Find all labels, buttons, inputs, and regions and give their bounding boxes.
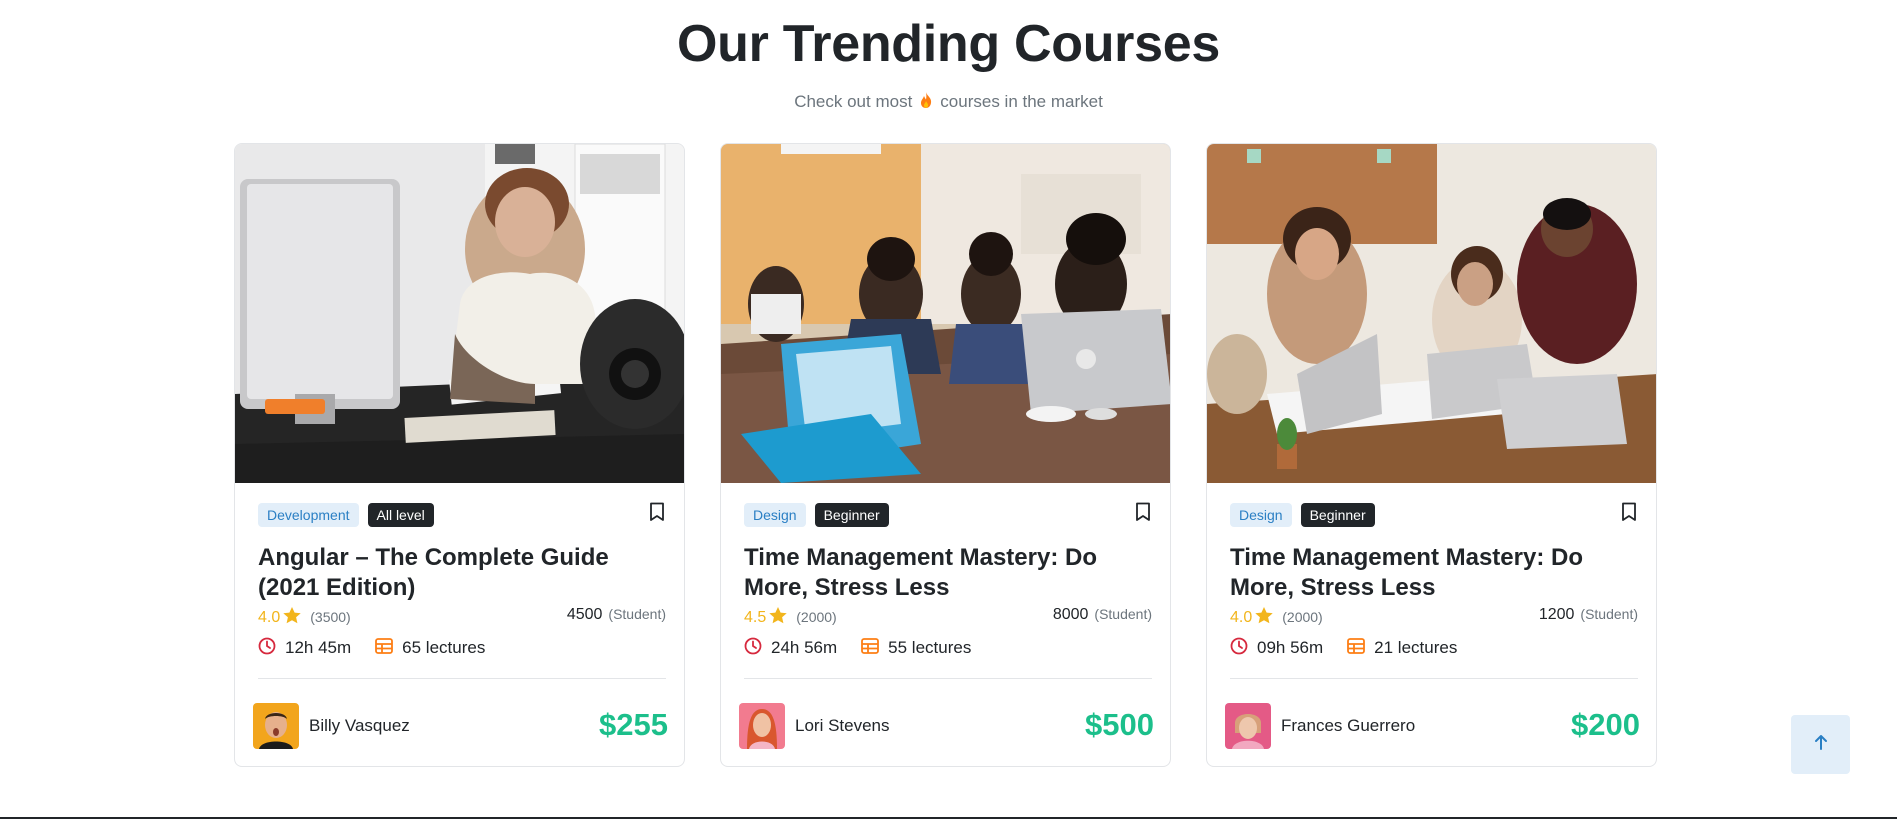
card-footer: Frances Guerrero $200 — [1225, 703, 1640, 749]
category-badge[interactable]: Design — [1230, 503, 1292, 527]
level-badge: Beginner — [814, 503, 889, 527]
rating-count: (2000) — [1282, 609, 1323, 625]
divider — [1230, 678, 1638, 679]
category-badge[interactable]: Design — [744, 503, 806, 527]
subtitle-before: Check out most — [794, 92, 913, 111]
rating-row: 4.0 (2000) 1200 (Student) — [1230, 606, 1638, 626]
star-icon — [768, 606, 788, 629]
subtitle-after: courses in the market — [940, 92, 1103, 111]
author-name[interactable]: Billy Vasquez — [309, 716, 410, 736]
table-icon — [861, 637, 880, 659]
students-count: 8000 (Student) — [1053, 606, 1152, 624]
meta-row: 24h 56m 55 lectures — [744, 637, 971, 659]
students-count: 4500 (Student) — [567, 606, 666, 624]
course-image[interactable] — [235, 144, 684, 483]
card-footer: Billy Vasquez $255 — [253, 703, 668, 749]
students-value: 4500 — [566, 606, 603, 623]
course-card[interactable]: Design Beginner Time Management Mastery:… — [720, 143, 1171, 767]
duration: 09h 56m — [1257, 638, 1324, 657]
arrow-up-icon — [1813, 733, 1829, 756]
price: $200 — [1571, 707, 1640, 742]
level-badge: Beginner — [1300, 503, 1375, 527]
fire-icon — [918, 91, 934, 114]
duration: 12h 45m — [285, 638, 352, 657]
meta-row: 09h 56m 21 lectures — [1230, 637, 1457, 659]
bookmark-icon[interactable] — [1134, 502, 1152, 522]
level-badge: All level — [367, 503, 434, 527]
lectures: 21 lectures — [1374, 638, 1458, 657]
rating-value: 4.0 — [1230, 609, 1253, 626]
clock-icon — [258, 637, 276, 660]
course-title[interactable]: Angular – The Complete Guide (2021 Editi… — [258, 543, 668, 603]
scroll-to-top-button[interactable] — [1791, 715, 1850, 774]
author-name[interactable]: Lori Stevens — [795, 716, 890, 736]
avatar[interactable] — [253, 703, 299, 749]
divider — [744, 678, 1152, 679]
table-icon — [1347, 637, 1366, 659]
course-card[interactable]: Design Beginner Time Management Mastery:… — [1206, 143, 1657, 767]
star-icon — [282, 606, 302, 629]
star-icon — [1254, 606, 1274, 629]
lectures: 65 lectures — [402, 638, 486, 657]
price: $500 — [1085, 707, 1154, 742]
bookmark-icon[interactable] — [648, 502, 666, 522]
students-count: 1200 (Student) — [1539, 606, 1638, 624]
students-label: (Student) — [1580, 606, 1638, 622]
students-label: (Student) — [608, 606, 666, 622]
rating-value: 4.5 — [744, 609, 767, 626]
avatar[interactable] — [1225, 703, 1271, 749]
table-icon — [375, 637, 394, 659]
lectures: 55 lectures — [888, 638, 972, 657]
price: $255 — [599, 707, 668, 742]
category-badge[interactable]: Development — [258, 503, 359, 527]
course-card[interactable]: Development All level Angular – The Comp… — [234, 143, 685, 767]
section-title: Our Trending Courses — [677, 15, 1220, 73]
bookmark-icon[interactable] — [1620, 502, 1638, 522]
rating-count: (2000) — [796, 609, 837, 625]
duration: 24h 56m — [771, 638, 838, 657]
clock-icon — [1230, 637, 1248, 660]
rating-count: (3500) — [310, 609, 351, 625]
students-value: 1200 — [1538, 606, 1575, 623]
students-value: 8000 — [1052, 606, 1089, 623]
course-title[interactable]: Time Management Mastery: Do More, Stress… — [744, 543, 1154, 603]
meta-row: 12h 45m 65 lectures — [258, 637, 485, 659]
rating-value: 4.0 — [258, 609, 281, 626]
course-cards: Development All level Angular – The Comp… — [234, 143, 1657, 767]
divider — [258, 678, 666, 679]
course-image[interactable] — [721, 144, 1170, 483]
author-name[interactable]: Frances Guerrero — [1281, 716, 1415, 736]
clock-icon — [744, 637, 762, 660]
students-label: (Student) — [1094, 606, 1152, 622]
section-subtitle: Check out most courses in the market — [0, 91, 1897, 114]
avatar[interactable] — [739, 703, 785, 749]
card-footer: Lori Stevens $500 — [739, 703, 1154, 749]
course-title[interactable]: Time Management Mastery: Do More, Stress… — [1230, 543, 1640, 603]
course-image[interactable] — [1207, 144, 1656, 483]
rating-row: 4.0 (3500) 4500 (Student) — [258, 606, 666, 626]
rating-row: 4.5 (2000) 8000 (Student) — [744, 606, 1152, 626]
